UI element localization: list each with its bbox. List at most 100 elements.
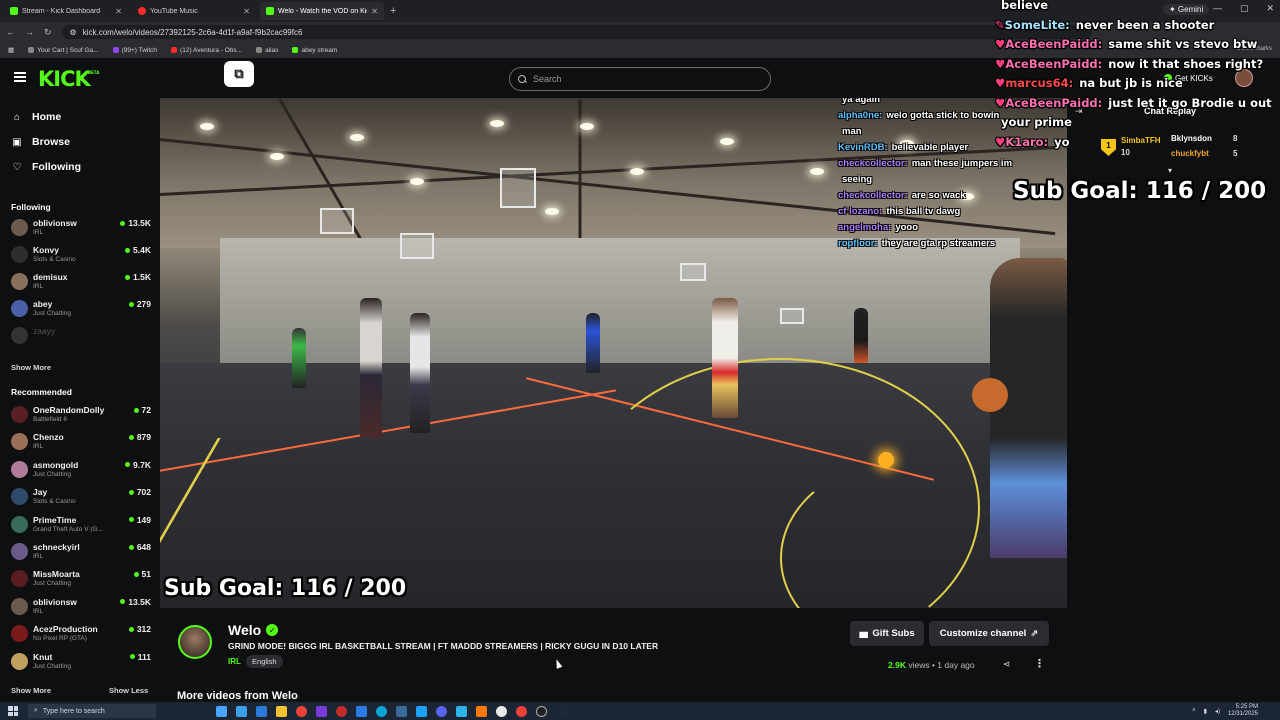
app-icon[interactable]: [476, 705, 487, 717]
apps-icon[interactable]: ▦: [8, 46, 14, 54]
sidebar-channel[interactable]: Chenzo IRL 879: [11, 430, 151, 454]
following-show-more[interactable]: Show More: [11, 363, 51, 372]
basketball-hoop: [320, 208, 354, 234]
site-info-icon[interactable]: ⚙: [70, 28, 77, 37]
viewer-count: 111: [129, 652, 151, 662]
browser-tab-active[interactable]: Welo - Watch the VOD on Kick ✕: [260, 2, 384, 20]
avatar: [11, 625, 28, 643]
back-icon[interactable]: ←: [6, 27, 15, 37]
network-icon[interactable]: ▮: [1204, 708, 1207, 715]
channel-name: oblivionsw: [33, 218, 77, 228]
gift-subs-button[interactable]: Gift Subs: [850, 621, 924, 646]
app-icon[interactable]: [396, 705, 407, 717]
app-icon[interactable]: [256, 705, 267, 717]
chat-text: they are gta rp streamers: [881, 238, 996, 249]
bookmark[interactable]: Your Cart | Scuf Ga...: [28, 47, 99, 54]
sidebar-channel[interactable]: PrimeTime Grand Theft Auto V (G... 149: [11, 513, 151, 537]
browser-tab[interactable]: YouTube Music ✕: [132, 2, 256, 20]
search-input[interactable]: Search: [509, 67, 771, 91]
sidebar-channel[interactable]: Konvy Slots & Casino 5.4K: [11, 243, 151, 267]
recommended-show-less[interactable]: Show Less: [109, 686, 148, 695]
nav-browse[interactable]: ▣ Browse: [12, 136, 70, 148]
chat-username: AceBeenPaidd:: [1005, 56, 1103, 71]
sidebar-channel[interactable]: oblivionsw IRL 13.5K: [11, 216, 151, 240]
sidebar-channel[interactable]: abey Just Chatting 279: [11, 297, 151, 321]
avatar: [11, 327, 28, 344]
nav-following[interactable]: ♡ Following: [12, 161, 81, 173]
stream-overlay-message: your prime: [995, 113, 1280, 133]
sidebar-channel[interactable]: oblivionsw IRL 13.5K: [11, 595, 151, 619]
app-icon[interactable]: [336, 705, 347, 717]
app-icon[interactable]: [416, 705, 427, 717]
channel-name: Jay: [33, 487, 48, 498]
chevron-down-icon[interactable]: ▾: [1168, 166, 1172, 175]
sidebar-channel[interactable]: Jay Slots & Casino 702: [11, 485, 151, 509]
chrome-icon[interactable]: [296, 705, 307, 717]
language-badge[interactable]: English: [246, 655, 283, 668]
url-field[interactable]: ⚙ kick.com/welo/videos/27392125-2c6a-4d1…: [61, 25, 1092, 39]
bookmark[interactable]: abey stream: [292, 47, 337, 54]
nav-home[interactable]: ⌂ Home: [12, 111, 61, 123]
more-options-icon[interactable]: ⋮: [1034, 657, 1045, 670]
obs-icon[interactable]: [536, 705, 547, 717]
app-icon[interactable]: [456, 705, 467, 717]
discord-icon[interactable]: [436, 705, 447, 717]
system-clock[interactable]: 5:25 PM 12/31/2025: [1228, 704, 1258, 718]
folder-icon[interactable]: [276, 705, 287, 717]
app-icon[interactable]: [236, 705, 247, 717]
customize-channel-button[interactable]: Customize channel ⇗: [929, 621, 1049, 646]
app-icon[interactable]: [356, 705, 367, 717]
channel-category: Just Chatting: [33, 310, 71, 317]
viewer-count: 879: [128, 432, 151, 443]
stream-overlay-message: ♥marcus64: na but jb is nice: [995, 74, 1280, 94]
bookmark[interactable]: (99+) Twitch: [112, 47, 157, 54]
sidebar-channel[interactable]: asmongold Just Chatting 9.7K: [11, 458, 151, 482]
video-player[interactable]: ya again alpha0ne: welo gotta stick to bow…: [160, 98, 1067, 608]
close-icon[interactable]: ✕: [371, 7, 378, 16]
bookmark-icon: [28, 47, 35, 53]
vod-extension-icon[interactable]: ⧉: [224, 61, 254, 87]
taskbar-apps: [216, 705, 567, 717]
avatar: [11, 460, 28, 478]
stream-overlay-message: believe: [995, 0, 1280, 16]
sidebar-channel[interactable]: AcezProduction No Pixel RP (GTA) 312: [11, 622, 151, 646]
sidebar-channel[interactable]: schneckyirl IRL 648: [11, 540, 151, 564]
sidebar-channel[interactable]: zaayy: [11, 324, 151, 348]
category-link[interactable]: IRL: [228, 657, 241, 666]
close-icon[interactable]: ✕: [243, 7, 250, 16]
app-icon[interactable]: [216, 705, 227, 717]
channel-name: abey: [33, 299, 53, 309]
close-icon[interactable]: ✕: [115, 7, 122, 16]
viewer-count-text: 879: [136, 432, 151, 443]
basketball-hoop: [780, 308, 804, 324]
sidebar-channel[interactable]: MissMoarta Just Chatting 51: [11, 567, 151, 591]
browser-tab[interactable]: Stream - Kick Dashboard ✕: [4, 2, 128, 20]
sidebar-channel[interactable]: Knut Just Chatting 111: [11, 650, 151, 674]
forward-icon[interactable]: →: [25, 27, 34, 37]
bookmark[interactable]: alias: [256, 47, 278, 54]
taskbar-search-input[interactable]: ⌕ Type here to search: [28, 704, 156, 718]
windows-start-icon[interactable]: [8, 706, 18, 716]
chevron-up-icon[interactable]: ˄: [1192, 708, 1196, 714]
menu-icon[interactable]: [14, 72, 26, 82]
volume-icon[interactable]: ◂): [1215, 708, 1220, 715]
channel-category: No Pixel RP (GTA): [33, 635, 87, 643]
avatar: [11, 246, 28, 263]
channel-avatar[interactable]: [178, 625, 212, 659]
recommended-show-more[interactable]: Show More: [11, 686, 51, 695]
channel-name[interactable]: Welo ✓: [228, 622, 279, 638]
app-icon[interactable]: [496, 705, 507, 717]
app-icon[interactable]: [316, 705, 327, 717]
edge-icon[interactable]: [376, 705, 387, 717]
chat-text: ya again: [842, 98, 881, 105]
kick-logo[interactable]: KICK BETA: [38, 67, 99, 91]
sidebar-channel[interactable]: demisux IRL 1.5K: [11, 270, 151, 294]
reload-icon[interactable]: ↻: [44, 27, 52, 38]
steam-icon[interactable]: [556, 705, 567, 717]
share-icon[interactable]: ⋖: [1003, 659, 1011, 670]
new-tab-button[interactable]: +: [390, 5, 396, 17]
sidebar-channel[interactable]: OneRandomDolly Battlefield 6 72: [11, 403, 151, 427]
bookmark[interactable]: (12) Aventura - Obs...: [171, 47, 242, 54]
chrome-icon[interactable]: [516, 705, 527, 717]
recommended-heading: Recommended: [11, 387, 72, 397]
